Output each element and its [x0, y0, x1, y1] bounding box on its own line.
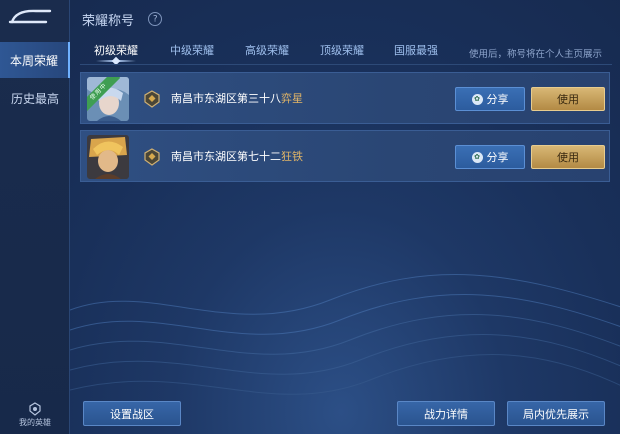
tab-senior-honor[interactable]: 高级荣耀: [245, 42, 289, 58]
sidebar: 本周荣耀 历史最高 我的英雄: [0, 0, 70, 434]
hero-emblem-icon: [29, 402, 41, 416]
rank-badge-icon: [144, 90, 160, 108]
share-label: 分享: [486, 151, 509, 164]
set-region-button[interactable]: 设置战区: [83, 401, 181, 426]
hero-portrait-image: [87, 135, 129, 179]
tab-label: 中级荣耀: [170, 44, 214, 57]
honor-title-text: 南昌市东湖区第七十二狂铁: [171, 148, 303, 164]
tabs-divider: [80, 64, 612, 65]
page-title: 荣耀称号: [82, 14, 135, 29]
use-button[interactable]: 使用: [531, 145, 605, 169]
use-button[interactable]: 使用: [531, 87, 605, 111]
back-arrow-icon[interactable]: [6, 6, 58, 28]
hero-name: 狂铁: [281, 150, 303, 163]
region-rank-text: 南昌市东湖区第三十八: [171, 92, 281, 105]
active-tab-indicator: [96, 60, 136, 62]
share-icon: ✿: [471, 93, 483, 105]
honor-title-row: 南昌市东湖区第七十二狂铁 ✿ 分享 使用: [80, 130, 610, 182]
tab-label: 初级荣耀: [94, 44, 138, 57]
rank-badge-icon: [144, 148, 160, 166]
tab-top-honor[interactable]: 顶级荣耀: [320, 42, 364, 58]
share-icon: ✿: [471, 151, 483, 163]
sidebar-item-label: 历史最高: [10, 91, 59, 106]
share-button[interactable]: ✿ 分享: [455, 145, 525, 169]
tab-junior-honor[interactable]: 初级荣耀: [94, 42, 138, 58]
priority-display-button[interactable]: 局内优先展示: [507, 401, 605, 426]
background-waves: [70, 274, 620, 395]
tab-intermediate-honor[interactable]: 中级荣耀: [170, 42, 214, 58]
tabs-note: 使用后，称号将在个人主页展示: [468, 49, 602, 60]
region-rank-text: 南昌市东湖区第七十二: [171, 150, 281, 163]
tab-national-best[interactable]: 国服最强: [394, 42, 438, 58]
share-button[interactable]: ✿ 分享: [455, 87, 525, 111]
hero-avatar-kuangtie: [87, 135, 129, 179]
tab-label: 国服最强: [394, 44, 438, 57]
use-label: 使用: [557, 151, 579, 164]
sidebar-item-weekly-honor[interactable]: 本周荣耀: [0, 42, 70, 78]
tab-label: 高级荣耀: [245, 44, 289, 57]
priority-display-label: 局内优先展示: [523, 407, 589, 421]
honor-title-row: 使用中 南昌市东湖区第三十八弈星 ✿ 分享 使用: [80, 72, 610, 124]
share-label: 分享: [486, 93, 509, 106]
power-details-label: 战力详情: [424, 407, 468, 421]
set-region-label: 设置战区: [110, 407, 154, 421]
help-icon-glyph: ?: [152, 14, 158, 24]
help-icon[interactable]: ?: [145, 9, 165, 29]
sidebar-item-label: 本周荣耀: [9, 53, 58, 68]
hero-avatar-yixing: 使用中: [87, 77, 129, 121]
my-hero-button[interactable]: 我的英雄: [6, 402, 64, 432]
hero-name: 弈星: [281, 92, 303, 105]
screen: 本周荣耀 历史最高 我的英雄 荣耀称号 ? 初级荣耀 中级荣耀 高级荣耀 顶级荣…: [0, 0, 620, 434]
use-label: 使用: [557, 93, 579, 106]
tab-label: 顶级荣耀: [320, 44, 364, 57]
sidebar-item-history-best[interactable]: 历史最高: [0, 80, 70, 116]
power-details-button[interactable]: 战力详情: [397, 401, 495, 426]
my-hero-label: 我的英雄: [19, 418, 51, 427]
honor-title-text: 南昌市东湖区第三十八弈星: [171, 90, 303, 106]
